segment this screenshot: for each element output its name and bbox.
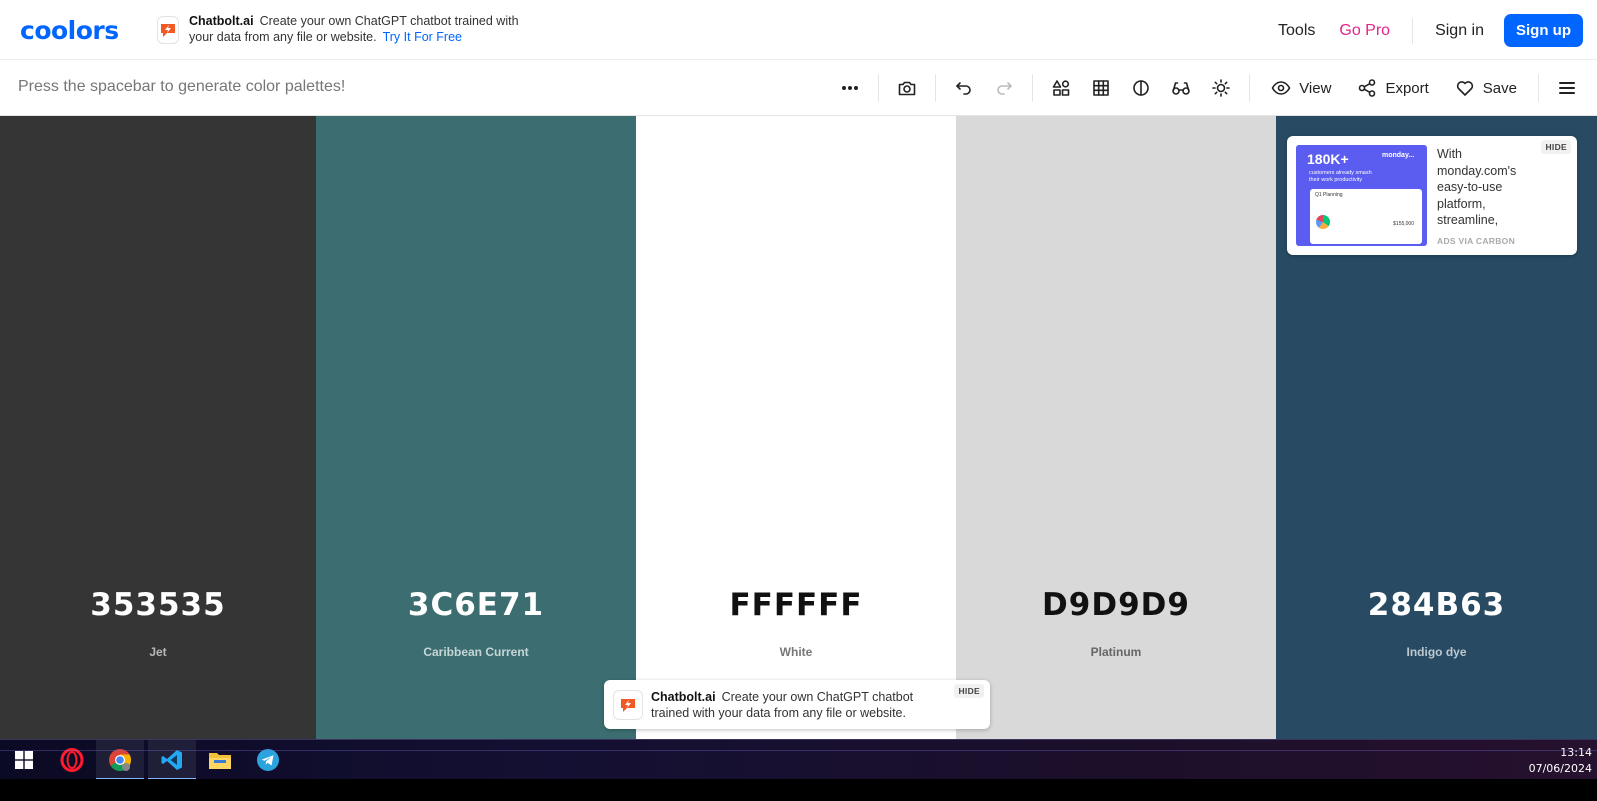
redo-icon[interactable] xyxy=(984,68,1024,108)
save-label: Save xyxy=(1482,79,1517,97)
ad-image-card: Q1 Planning $155,000 xyxy=(1310,189,1422,244)
toolbar-hint: Press the spacebar to generate color pal… xyxy=(18,78,346,95)
clock-date: 07/06/2024 xyxy=(1528,762,1592,775)
color-hex[interactable]: FFFFFF xyxy=(636,587,956,623)
toolbar-divider xyxy=(878,74,880,102)
color-name: Indigo dye xyxy=(1406,645,1467,659)
toolbar-divider xyxy=(935,74,937,102)
contrast-icon[interactable] xyxy=(1121,68,1161,108)
chrome-icon[interactable] xyxy=(96,740,144,780)
sponsor-name: Chatbolt.ai xyxy=(189,14,254,28)
color-name: White xyxy=(779,645,813,659)
hamburger-menu-icon[interactable] xyxy=(1547,68,1587,108)
nav-right: Tools Go Pro Sign in Sign up xyxy=(1266,14,1583,47)
coolors-logo[interactable]: coolors xyxy=(20,16,119,45)
color-hex[interactable]: 353535 xyxy=(0,587,316,623)
chatbolt-logo-icon xyxy=(157,16,179,44)
color-name: Platinum xyxy=(1090,645,1142,659)
toolbar-divider xyxy=(1249,74,1251,102)
sign-up-button[interactable]: Sign up xyxy=(1504,14,1583,47)
color-name: Jet xyxy=(149,645,167,659)
ad-image-headline: 180K+ xyxy=(1307,151,1349,167)
screen-bottom-bezel xyxy=(0,779,1597,801)
bottom-sponsor-name: Chatbolt.ai xyxy=(651,690,716,704)
top-navigation: coolors Chatbolt.ai Create your own ChatG… xyxy=(0,0,1597,60)
carbon-ad[interactable]: 180K+ customers already smash their work… xyxy=(1287,136,1577,255)
sponsor-banner[interactable]: Chatbolt.ai Create your own ChatGPT chatb… xyxy=(157,13,537,45)
heart-icon xyxy=(1456,81,1473,96)
shapes-icon[interactable] xyxy=(1041,68,1081,108)
go-pro-link[interactable]: Go Pro xyxy=(1327,22,1402,40)
file-explorer-icon[interactable] xyxy=(196,740,244,780)
export-label: Export xyxy=(1385,79,1429,97)
export-button[interactable]: Export xyxy=(1344,68,1441,108)
color-swatch-0[interactable]: 353535 Jet xyxy=(0,116,316,739)
view-label: View xyxy=(1299,79,1332,97)
nav-divider xyxy=(1412,17,1414,44)
ad-image[interactable]: 180K+ customers already smash their work… xyxy=(1296,145,1427,246)
toolbar-tools: View Export Save xyxy=(830,60,1597,116)
ad-text[interactable]: With monday.com's easy-to-use platform, … xyxy=(1437,146,1537,226)
pie-chart-icon xyxy=(1316,215,1330,229)
view-button[interactable]: View xyxy=(1258,68,1344,108)
sponsor-cta-link[interactable]: Try It For Free xyxy=(383,30,462,44)
ad-card-value: $155,000 xyxy=(1393,221,1414,227)
toolbar-divider xyxy=(1032,74,1034,102)
bottom-sponsor-text: Chatbolt.ai Create your own ChatGPT chatb… xyxy=(651,689,951,721)
windows-taskbar: 13:14 07/06/2024 xyxy=(0,739,1597,780)
eye-icon xyxy=(1271,81,1291,95)
grid-icon[interactable] xyxy=(1081,68,1121,108)
ad-image-brand: monday... xyxy=(1382,152,1415,159)
sponsor-text: Chatbolt.ai Create your own ChatGPT chatb… xyxy=(189,13,537,45)
camera-icon[interactable] xyxy=(887,68,927,108)
color-swatch-3[interactable]: D9D9D9 Platinum xyxy=(956,116,1276,739)
ad-image-caption: customers already smash their work produ… xyxy=(1309,170,1372,183)
toolbar-divider xyxy=(1538,74,1539,102)
generator-toolbar: Press the spacebar to generate color pal… xyxy=(0,60,1597,116)
system-clock[interactable]: 13:14 07/06/2024 xyxy=(1529,745,1592,777)
color-hex[interactable]: D9D9D9 xyxy=(956,587,1276,623)
color-name: Caribbean Current xyxy=(423,645,529,659)
windows-start-icon[interactable] xyxy=(0,740,48,780)
telegram-icon[interactable] xyxy=(244,740,292,780)
color-swatch-1[interactable]: 3C6E71 Caribbean Current xyxy=(316,116,636,739)
ad-card-title: Q1 Planning xyxy=(1315,192,1343,198)
hide-ad-button[interactable]: HIDE xyxy=(1541,140,1571,154)
tools-link[interactable]: Tools xyxy=(1266,22,1327,40)
ads-via-carbon[interactable]: ADS VIA CARBON xyxy=(1437,236,1515,246)
color-swatch-2[interactable]: FFFFFF White xyxy=(636,116,956,739)
vscode-icon[interactable] xyxy=(148,740,196,780)
save-button[interactable]: Save xyxy=(1442,68,1530,108)
more-icon[interactable] xyxy=(830,68,870,108)
opera-icon[interactable] xyxy=(48,740,96,780)
clock-time: 13:14 xyxy=(1560,746,1592,759)
sun-icon[interactable] xyxy=(1201,68,1241,108)
share-icon xyxy=(1359,79,1376,97)
color-hex[interactable]: 284B63 xyxy=(1276,587,1597,623)
chatbolt-logo-icon xyxy=(613,690,643,720)
hide-banner-button[interactable]: HIDE xyxy=(954,684,984,698)
undo-icon[interactable] xyxy=(944,68,984,108)
bottom-sponsor-banner[interactable]: Chatbolt.ai Create your own ChatGPT chatb… xyxy=(604,680,990,729)
color-hex[interactable]: 3C6E71 xyxy=(316,587,636,623)
sign-in-link[interactable]: Sign in xyxy=(1423,22,1496,40)
glasses-icon[interactable] xyxy=(1161,68,1201,108)
